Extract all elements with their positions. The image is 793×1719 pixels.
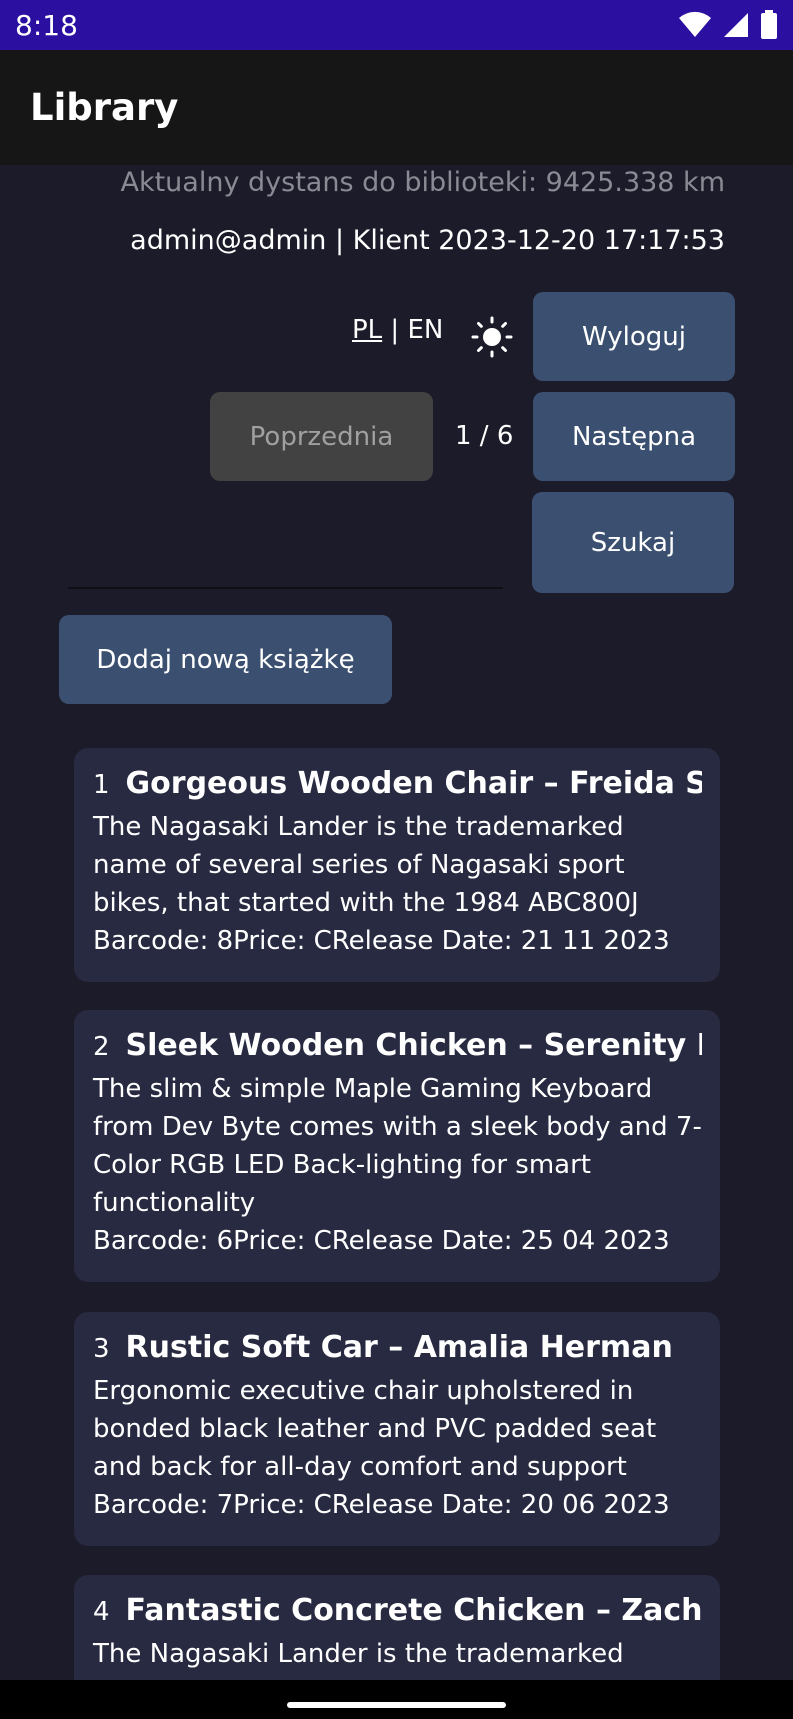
language-switcher: PL | EN xyxy=(352,315,443,345)
battery-icon xyxy=(761,10,777,39)
status-bar: 8:18 xyxy=(0,0,793,50)
book-meta: Barcode: 8Price: CRelease Date: 21 11 20… xyxy=(93,926,670,956)
lang-pl-link[interactable]: PL xyxy=(352,315,382,345)
status-icons xyxy=(678,10,778,40)
lang-en-link[interactable]: EN xyxy=(407,315,443,345)
book-title: Gorgeous Wooden Chair – Freida Simonis xyxy=(125,766,702,801)
next-page-button[interactable]: Następna xyxy=(533,392,735,481)
page-indicator: 1 / 6 xyxy=(455,421,514,451)
book-description: Ergonomic executive chair upholstered in… xyxy=(93,1376,657,1482)
app-bar: Library xyxy=(0,50,793,165)
sun-icon[interactable] xyxy=(470,315,514,359)
home-gesture-handle[interactable] xyxy=(287,1702,506,1708)
book-title: Rustic Soft Car – Amalia Herman xyxy=(125,1330,673,1365)
add-book-button[interactable]: Dodaj nową książkę xyxy=(59,615,392,704)
book-description: The Nagasaki Lander is the trademarked n… xyxy=(93,1639,624,1680)
signal-icon xyxy=(724,13,748,37)
book-card-header: 2 Sleek Wooden Chicken – Serenity Botsfo… xyxy=(93,1028,702,1070)
app-title: Library xyxy=(30,86,179,129)
book-index: 2 xyxy=(93,1032,110,1062)
status-time: 8:18 xyxy=(15,8,78,42)
search-button[interactable]: Szukaj xyxy=(532,492,734,593)
book-card[interactable]: 3 Rustic Soft Car – Amalia Herman Ergono… xyxy=(74,1312,720,1546)
book-meta: Barcode: 7Price: CRelease Date: 20 06 20… xyxy=(93,1490,670,1520)
previous-page-button[interactable]: Poprzednia xyxy=(210,392,433,481)
book-card[interactable]: 2 Sleek Wooden Chicken – Serenity Botsfo… xyxy=(74,1010,720,1282)
book-index: 3 xyxy=(93,1334,110,1364)
book-meta: Barcode: 6Price: CRelease Date: 25 04 20… xyxy=(93,1226,670,1256)
book-card-header: 3 Rustic Soft Car – Amalia Herman xyxy=(93,1330,702,1372)
book-description: The Nagasaki Lander is the trademarked n… xyxy=(93,812,639,918)
book-title: Fantastic Concrete Chicken – Zacharias xyxy=(125,1593,702,1628)
book-card-header: 1 Gorgeous Wooden Chair – Freida Simonis xyxy=(93,766,702,808)
main-content: Aktualny dystans do biblioteki: 9425.338… xyxy=(0,165,793,1680)
book-card[interactable]: 1 Gorgeous Wooden Chair – Freida Simonis… xyxy=(74,748,720,982)
divider xyxy=(68,587,503,589)
navigation-bar xyxy=(0,1680,793,1719)
book-title: Sleek Wooden Chicken – Serenity Botsford xyxy=(125,1028,702,1063)
lang-separator: | xyxy=(382,315,408,345)
user-info: admin@admin | Klient 2023-12-20 17:17:53 xyxy=(130,225,725,256)
logout-button[interactable]: Wyloguj xyxy=(533,292,735,381)
distance-text: Aktualny dystans do biblioteki: 9425.338… xyxy=(120,167,725,198)
book-description: The slim & simple Maple Gaming Keyboard … xyxy=(93,1074,702,1218)
book-index: 4 xyxy=(93,1597,110,1627)
book-card[interactable]: 4 Fantastic Concrete Chicken – Zacharias… xyxy=(74,1575,720,1680)
book-card-header: 4 Fantastic Concrete Chicken – Zacharias xyxy=(93,1593,702,1635)
wifi-icon xyxy=(679,11,711,37)
book-index: 1 xyxy=(93,770,110,800)
